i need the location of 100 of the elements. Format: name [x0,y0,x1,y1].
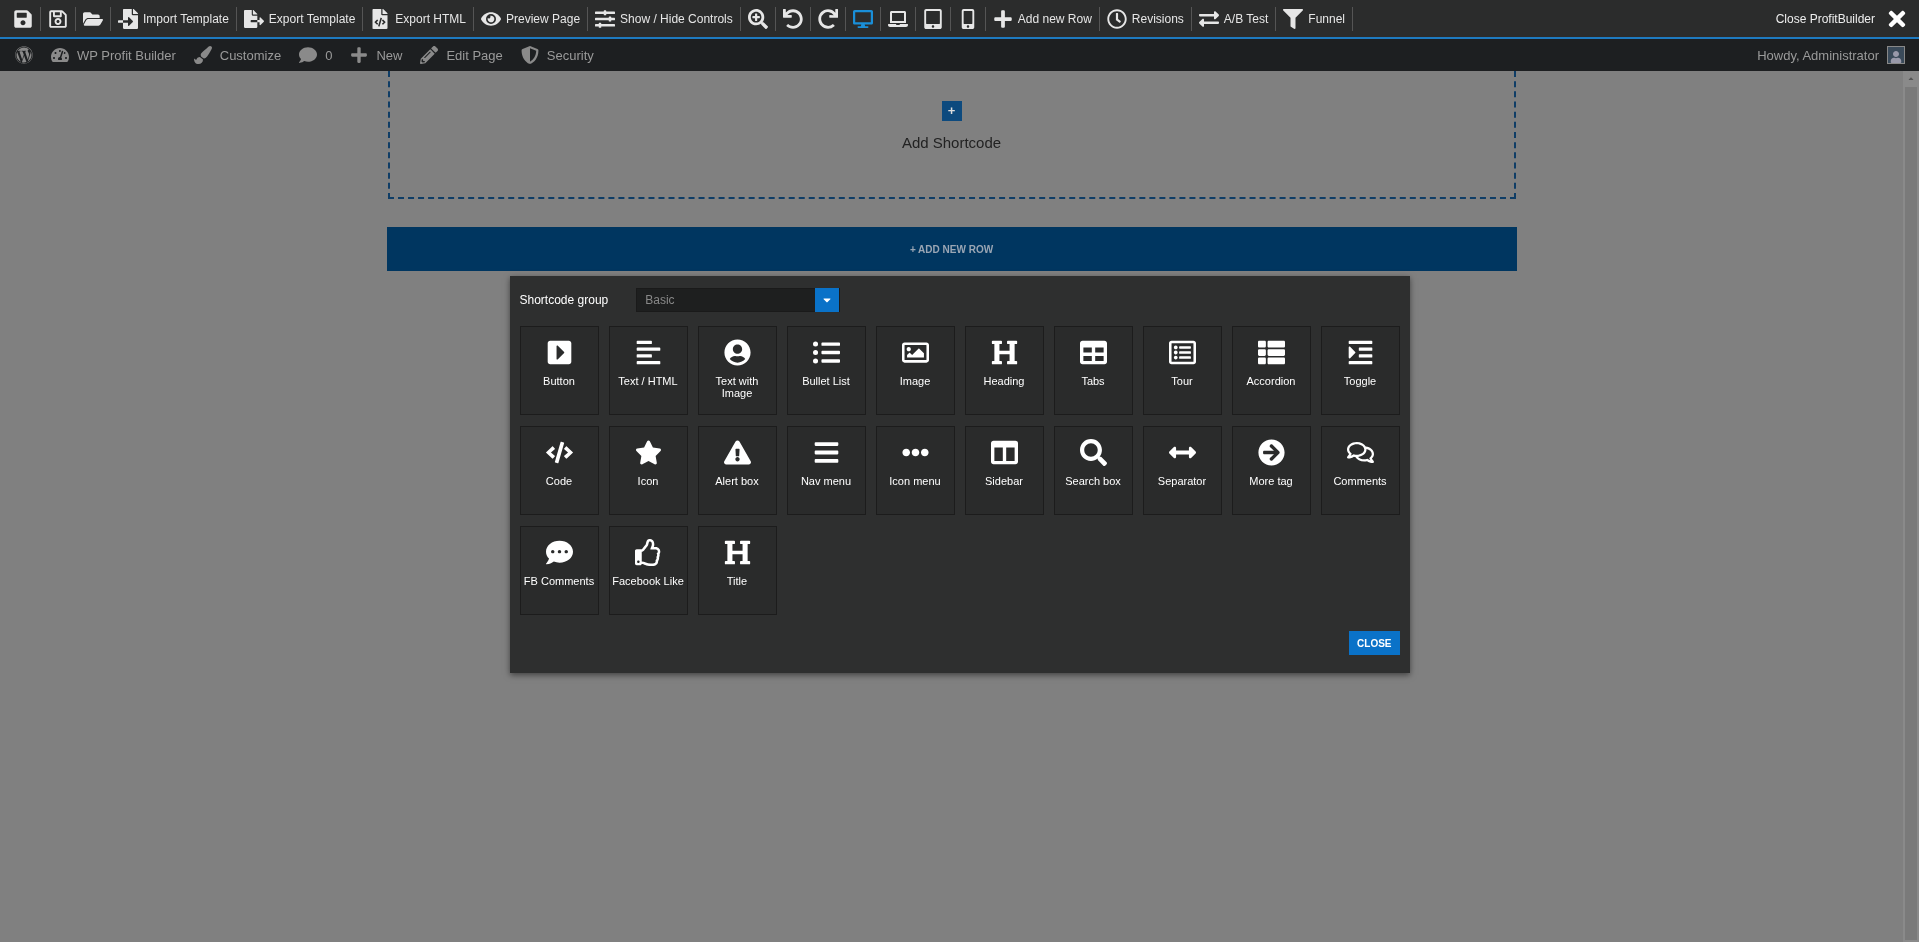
swap-arrows-icon [1198,8,1219,29]
shortcode-tile[interactable]: Separator [1142,426,1222,515]
wordpress-logo-icon [15,46,33,64]
shortcode-group-select[interactable]: Basic [636,288,841,312]
laptop-icon [887,8,908,29]
account-greeting[interactable]: Howdy, Administrator [1757,47,1879,63]
comment-icon [299,46,318,64]
shortcode-tile[interactable]: More tag [1231,426,1311,515]
speech-bubble-icon [545,539,573,566]
tile-label: Separator [1157,475,1207,487]
admin-bar-item[interactable]: Customize [184,46,291,64]
shortcode-tile[interactable]: Nav menu [786,426,866,515]
file-export-icon [243,8,264,29]
tile-label: Sidebar [985,475,1023,487]
tile-label: Accordion [1246,375,1296,387]
admin-bar-item[interactable]: New [341,46,412,64]
tile-label: Comments [1333,475,1387,487]
avatar-icon [1887,46,1905,64]
tile-label: Icon [637,475,659,487]
list-card-icon [1168,339,1196,366]
toolbar-button[interactable]: Import Template [111,4,236,33]
shortcode-tile[interactable]: Button [519,326,599,415]
admin-bar-item[interactable]: Edit Page [411,46,512,64]
toolbar-button[interactable]: Export Template [236,4,363,33]
shortcode-tile[interactable]: Text / HTML [608,326,688,415]
shortcode-tile[interactable]: Icon [608,426,688,515]
toolbar-button[interactable]: Show / Hide Controls [588,4,740,33]
add-new-row-button[interactable]: + ADD NEW ROW [386,227,1517,271]
tile-label: Title [726,575,748,587]
tile-label: Button [543,375,575,387]
shortcode-tile[interactable]: Search box [1053,426,1133,515]
shortcode-tile[interactable]: Icon menu [875,426,955,515]
toolbar-button[interactable]: Export HTML [363,4,473,33]
shortcode-tile[interactable]: Text with Image [697,326,777,415]
close-builder-link[interactable]: Close ProfitBuilder [1769,11,1881,26]
shortcode-group-label: Shortcode group [519,293,609,307]
shortcode-tile[interactable]: Tour [1142,326,1222,415]
search-icon [1079,439,1107,466]
admin-bar-item[interactable]: Security [511,46,603,64]
shortcode-tile[interactable]: Toggle [1320,326,1400,415]
brush-icon [193,46,212,64]
tile-label: Search box [1065,475,1121,487]
toolbar-button[interactable]: Funnel [1276,4,1353,33]
zoom-in-icon [747,8,768,29]
admin-bar-item[interactable]: WP Profit Builder [42,46,185,64]
close-button[interactable]: CLOSE [1349,631,1400,655]
tile-label: Tabs [1081,375,1105,387]
shortcode-tile[interactable]: Heading [964,326,1044,415]
add-shortcode-button[interactable]: + [941,101,962,121]
shortcode-tile[interactable]: Sidebar [964,426,1044,515]
text-lines-icon [634,339,662,366]
toolbar-button[interactable]: A/B Test [1191,4,1276,33]
funnel-icon [1283,8,1304,29]
shortcode-tile[interactable]: Alert box [697,426,777,515]
table-icon [1079,339,1107,366]
shortcode-tile[interactable]: Code [519,426,599,515]
shortcode-tile[interactable]: Title [697,526,777,615]
list-icon [812,339,840,366]
redo-icon [817,8,838,29]
star-icon [634,439,662,466]
toolbar-button[interactable]: Revisions [1099,4,1191,33]
tile-label: FB Comments [523,575,595,587]
tile-label: Text / HTML [618,375,678,387]
indent-icon [1346,339,1374,366]
admin-bar-item[interactable]: 0 [290,46,342,64]
comments-icon [1346,439,1374,466]
scrollbar[interactable] [1903,71,1919,942]
plus-icon [350,46,369,64]
caret-icon [815,288,840,312]
tile-label: Toggle [1343,375,1377,387]
shortcode-tile[interactable]: Accordion [1231,326,1311,415]
image-icon [901,339,929,366]
tile-label: Code [545,475,573,487]
shield-icon [520,46,539,64]
shortcode-tile[interactable]: Tabs [1053,326,1133,415]
thumbs-up-icon [634,539,662,566]
tile-label: Bullet List [802,375,850,387]
shortcode-tile[interactable]: FB Comments [519,526,599,615]
tile-label: Image [899,375,931,387]
heading-icon [723,539,751,566]
add-shortcode-text: Add Shortcode [901,134,1002,151]
shortcode-tile[interactable]: Comments [1320,426,1400,515]
code-file-icon [370,8,391,29]
toolbar-button[interactable]: Add new Row [985,4,1099,33]
plus-icon [992,8,1013,29]
shortcode-tile[interactable]: Image [875,326,955,415]
tile-label: Nav menu [800,475,852,487]
tile-label: Facebook Like [612,575,684,587]
shortcode-tile[interactable]: Facebook Like [608,526,688,615]
columns-icon [990,439,1018,466]
clock-icon [1106,8,1127,29]
sliders-icon [595,8,616,29]
undo-icon [782,8,803,29]
tablet-icon [922,8,943,29]
gauge-icon [51,46,69,64]
code-icon [545,439,573,466]
shortcode-tile[interactable]: Bullet List [786,326,866,415]
rows-icon [1257,339,1285,366]
tile-label: Text with Image [714,375,760,399]
toolbar-button[interactable]: Preview Page [474,4,588,33]
